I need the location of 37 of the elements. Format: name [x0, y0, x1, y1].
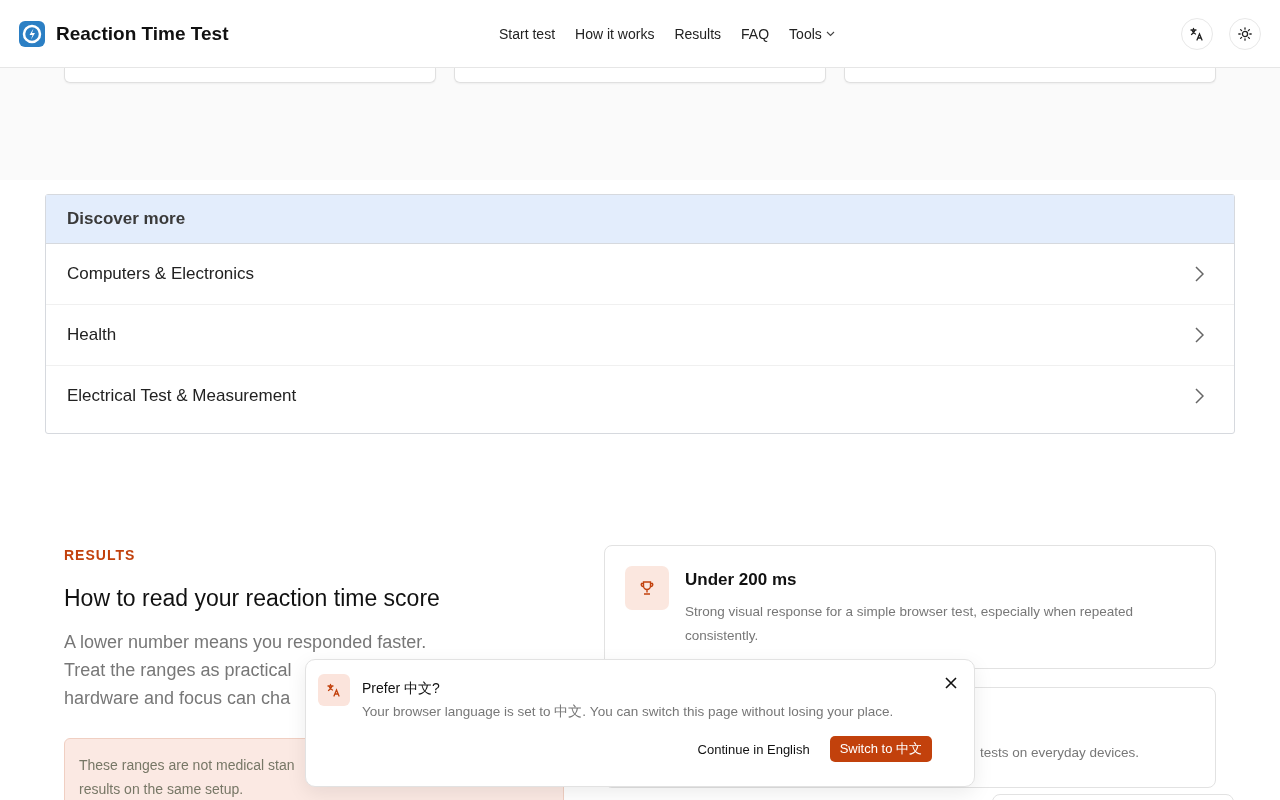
- caret-icon: [825, 30, 835, 37]
- logo-icon: [19, 20, 45, 47]
- chevron-right-icon: [1195, 327, 1204, 343]
- section-label: RESULTS: [64, 547, 137, 563]
- switch-language-button[interactable]: Switch to 中文: [829, 736, 932, 762]
- nav-link[interactable]: FAQ: [741, 25, 770, 42]
- toast-message: Your browser language is set to 中文. You can switch this page without losing your place.: [362, 703, 895, 721]
- close-icon: [944, 676, 958, 690]
- card-title: Under 200 ms: [685, 570, 798, 590]
- nav-link[interactable]: How it works: [575, 25, 655, 42]
- theme-toggle-button[interactable]: [1229, 17, 1261, 50]
- disclaimer-line: results on the same setup.: [79, 780, 244, 799]
- description-line: A lower number means you responded faster.: [64, 631, 427, 654]
- sun-icon: [1238, 26, 1252, 41]
- category-item[interactable]: Computers & Electronics: [46, 244, 1234, 305]
- continue-english-button[interactable]: Continue in English: [697, 741, 810, 757]
- toast-title: Prefer 中文?: [362, 680, 441, 698]
- close-button[interactable]: [944, 676, 958, 690]
- chevron-right-icon: [1195, 266, 1204, 282]
- translate-icon: [327, 683, 341, 697]
- tools-menu[interactable]: Tools: [789, 25, 835, 42]
- translate-icon: [1190, 26, 1204, 41]
- disclaimer-line: These ranges are not medical stan: [79, 756, 295, 775]
- chevron-right-icon: [1195, 388, 1204, 404]
- description-line: Treat the ranges as practical: [64, 659, 292, 682]
- trophy-icon: [639, 580, 655, 596]
- category-item[interactable]: Electrical Test & Measurement: [46, 366, 1234, 426]
- site-title: Reaction Time Test: [56, 22, 229, 45]
- category-item[interactable]: Health: [46, 305, 1234, 366]
- section-heading: How to read your reaction time score: [64, 585, 441, 612]
- description-line: hardware and focus can cha: [64, 687, 291, 710]
- language-button[interactable]: [1181, 17, 1213, 50]
- card-description: Strong visual response for a simple browser test, especially when repeated consistently.: [685, 603, 1134, 645]
- section-header: Discover more: [46, 195, 1234, 244]
- nav-link[interactable]: Results: [674, 25, 722, 42]
- card-description: tests on everyday devices.: [980, 744, 1140, 762]
- nav-link[interactable]: Start test: [499, 25, 556, 42]
